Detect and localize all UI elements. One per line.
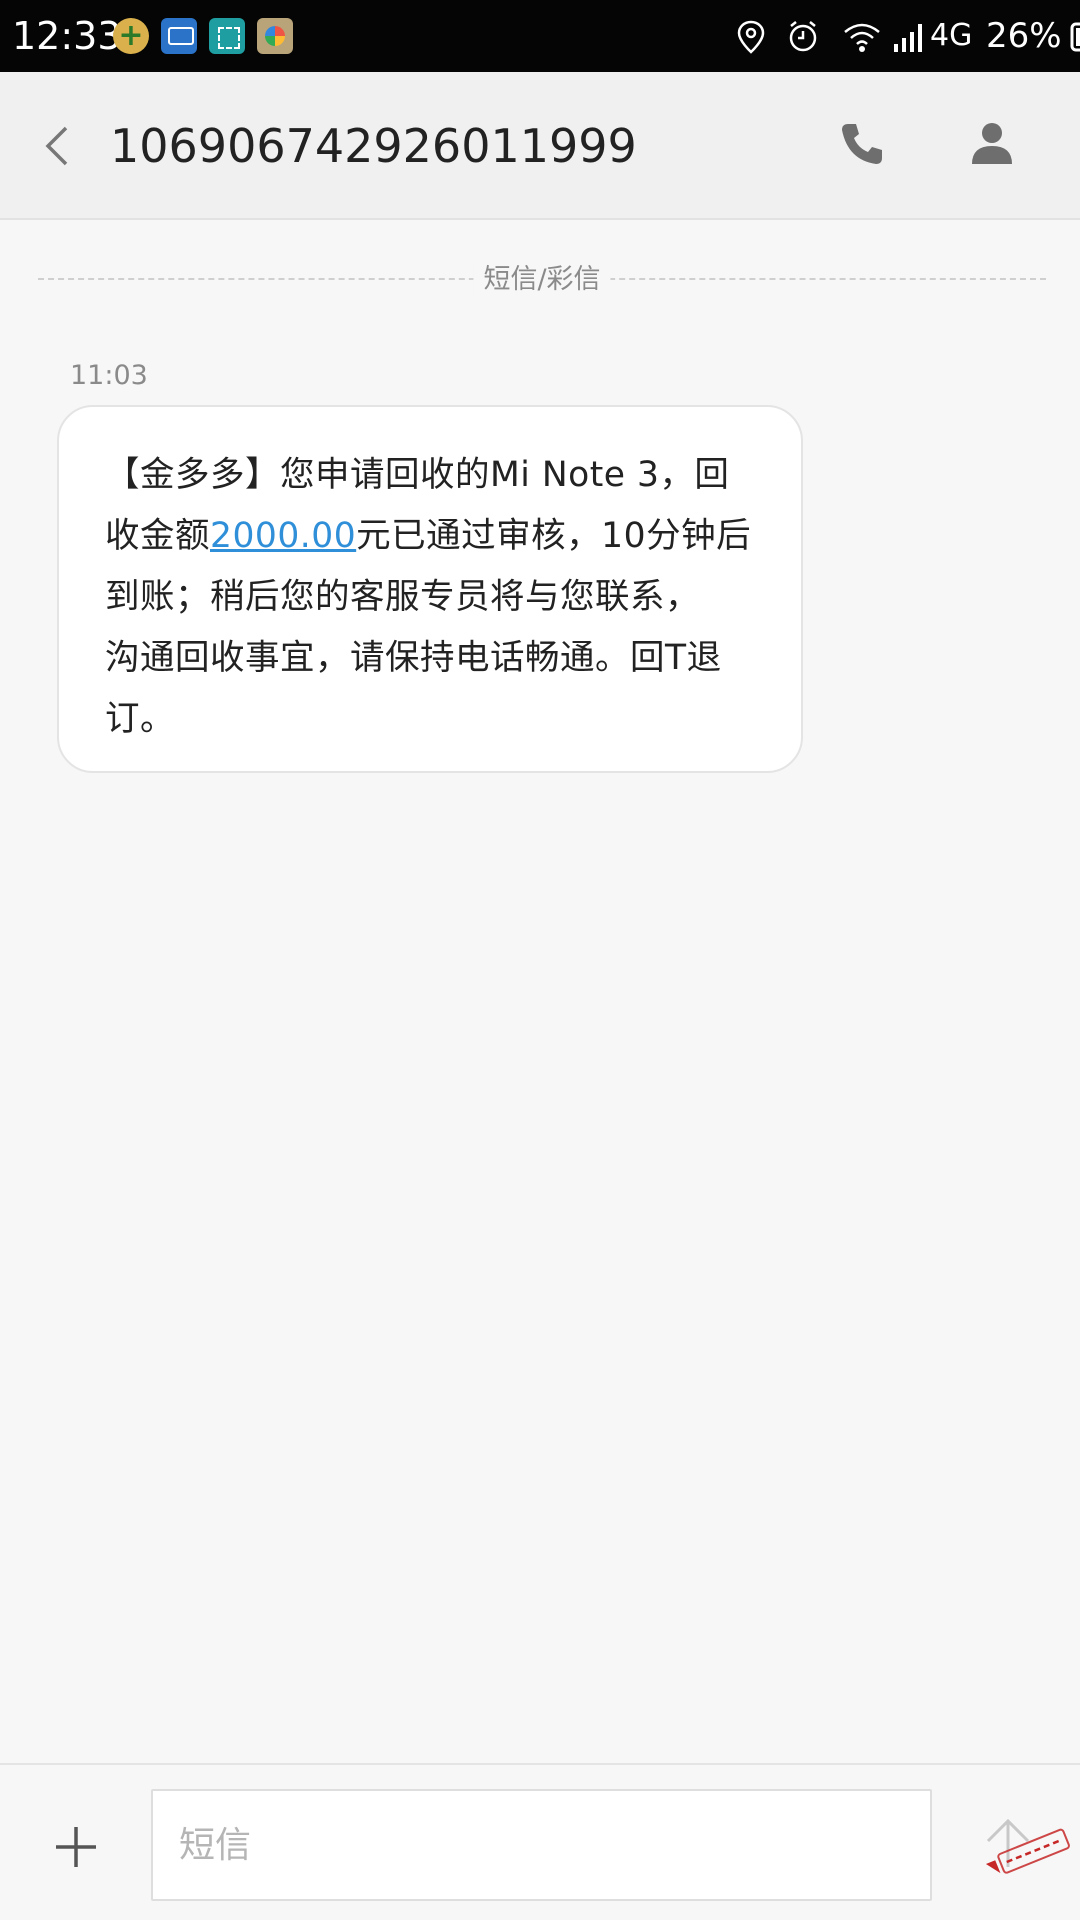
network-type: 4G [930,18,973,53]
sms-conversation-screen: 12:33 + 4G 26% 106906742926011999 短信/彩信 … [0,0,1080,1920]
message-type-divider: 短信/彩信 [38,262,1046,302]
watermark-logo [985,1828,1070,1874]
contact-number: 106906742926011999 [110,119,637,173]
wifi-icon [844,23,880,52]
message-line-text: 【金多多】您申请回收的Mi Note 3，回 [105,455,730,495]
alarm-icon [789,21,817,52]
message-line: 沟通回收事宜，请保持电话畅通。回T退 [105,628,761,689]
message-line: 订。 [105,689,761,750]
scan-icon [209,18,245,54]
message-line-text: 收金额 [105,516,210,556]
message-line: 收金额2000.00元已通过审核，10分钟后 [105,506,761,567]
chat-icon [161,18,197,54]
divider-label: 短信/彩信 [473,262,611,298]
contact-profile-icon[interactable] [966,118,1018,170]
message-timestamp: 11:03 [70,360,148,391]
message-text: 【金多多】您申请回收的Mi Note 3，回 收金额2000.00元已通过审核，… [105,445,761,750]
call-icon[interactable] [836,118,888,170]
message-line-text: 订。 [105,699,175,739]
add-app-icon [113,18,149,54]
message-line: 【金多多】您申请回收的Mi Note 3，回 [105,445,761,506]
status-time: 12:33 [12,14,122,58]
message-composer [0,1763,1080,1920]
message-line-text: 沟通回收事宜，请保持电话畅通。回T退 [105,638,722,678]
conversation-header: 106906742926011999 [0,72,1080,220]
add-attachment-icon[interactable] [52,1823,100,1871]
photo-app-icon [257,18,293,54]
message-line-text: 元已通过审核，10分钟后 [356,516,752,556]
status-bar: 12:33 + 4G 26% [0,0,1080,72]
location-icon [737,20,765,54]
message-input[interactable] [151,1789,932,1901]
amount-link[interactable]: 2000.00 [210,516,356,556]
back-arrow-icon[interactable] [36,116,80,176]
message-line-text: 到账；稍后您的客服专员将与您联系， [105,577,700,617]
signal-icon [894,24,922,52]
message-line: 到账；稍后您的客服专员将与您联系， [105,567,761,628]
message-bubble[interactable]: 【金多多】您申请回收的Mi Note 3，回 收金额2000.00元已通过审核，… [57,405,803,773]
battery-percent: 26% [986,16,1062,56]
battery-icon [1070,22,1080,52]
